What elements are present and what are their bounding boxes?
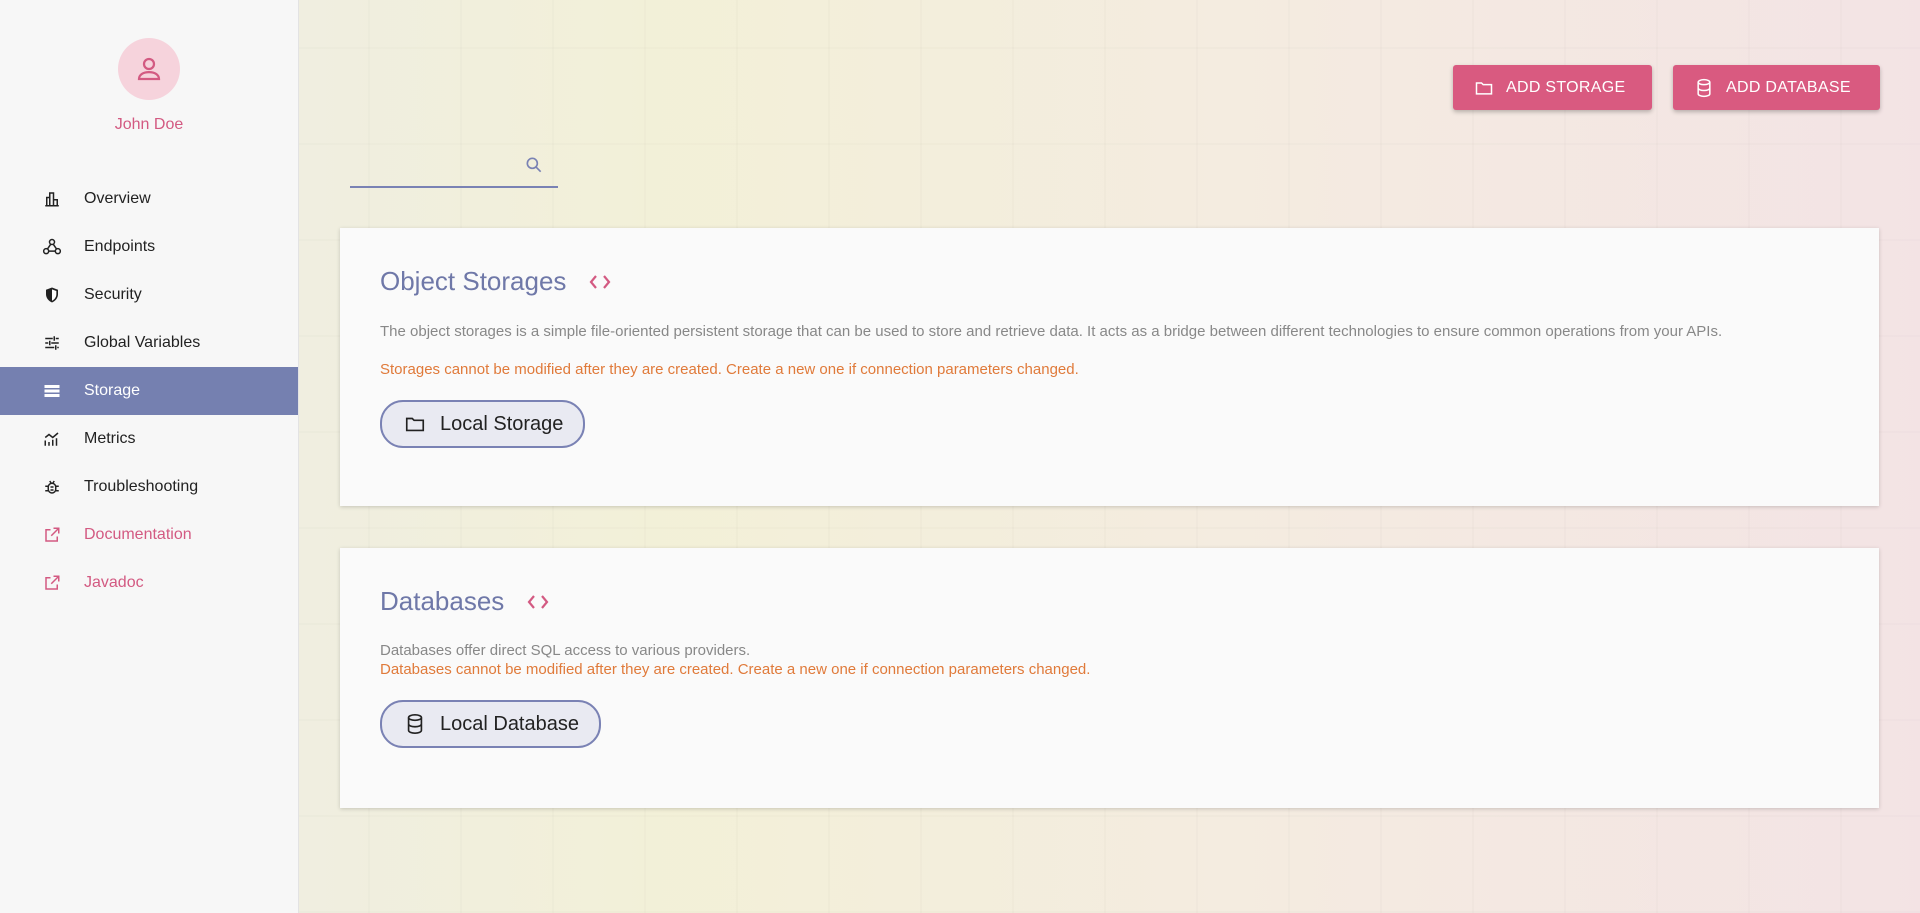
webhook-icon [42,237,62,257]
sidebar-item-endpoints[interactable]: Endpoints [0,223,298,271]
databases-card: Databases Databases offer direct SQL acc… [340,548,1879,808]
user-name: John Doe [114,116,184,133]
chip-label: Local Database [440,712,579,735]
bar-chart-icon [42,189,62,209]
sidebar-item-label: Endpoints [84,238,156,255]
sidebar-item-label: Documentation [84,526,192,543]
sidebar-item-javadoc[interactable]: Javadoc [0,559,298,607]
sidebar-item-overview[interactable]: Overview [0,175,298,223]
sidebar-item-troubleshooting[interactable]: Troubleshooting [0,463,298,511]
databases-title: Databases [380,586,550,617]
sidebar: John Doe Overview Endpoints Security Glo… [0,0,299,913]
folder-icon [404,413,426,435]
sidebar-item-metrics[interactable]: Metrics [0,415,298,463]
sidebar-item-label: Global Variables [84,334,201,351]
search-icon[interactable] [524,155,544,180]
code-icon[interactable] [588,272,612,292]
shield-icon [42,285,62,305]
add-database-button[interactable]: ADD DATABASE [1673,65,1880,110]
object-storages-description: The object storages is a simple file-ori… [380,323,1723,340]
sidebar-item-storage[interactable]: Storage [0,367,298,415]
local-database-chip[interactable]: Local Database [380,700,601,748]
sidebar-item-label: Security [84,286,142,303]
metrics-icon [42,429,62,449]
sidebar-item-label: Javadoc [84,574,144,591]
object-storages-warning: Storages cannot be modified after they a… [380,361,1079,378]
storage-icon [42,381,62,401]
chip-label: Local Storage [440,412,564,435]
folder-icon [1474,78,1494,98]
search-field[interactable] [350,146,558,188]
sidebar-item-documentation[interactable]: Documentation [0,511,298,559]
search-input[interactable] [350,152,524,182]
add-storage-label: ADD STORAGE [1506,78,1626,96]
sliders-icon [42,333,62,353]
code-icon[interactable] [526,592,550,612]
external-link-icon [42,573,62,593]
external-link-icon [42,525,62,545]
databases-description: Databases offer direct SQL access to var… [380,642,751,659]
avatar[interactable] [118,38,180,100]
person-icon [137,57,161,81]
sidebar-item-label: Overview [84,190,151,207]
bug-icon [42,477,62,497]
object-storages-title: Object Storages [380,266,612,297]
database-icon [1694,78,1714,98]
sidebar-item-global-variables[interactable]: Global Variables [0,319,298,367]
sidebar-item-label: Metrics [84,430,136,447]
add-storage-button[interactable]: ADD STORAGE [1453,65,1652,110]
sidebar-item-label: Storage [84,382,141,399]
object-storages-card: Object Storages The object storages is a… [340,228,1879,506]
sidebar-item-label: Troubleshooting [84,478,199,495]
sidebar-item-security[interactable]: Security [0,271,298,319]
sidebar-nav: Overview Endpoints Security Global Varia… [0,175,298,607]
local-storage-chip[interactable]: Local Storage [380,400,586,448]
databases-warning: Databases cannot be modified after they … [380,661,1091,678]
add-database-label: ADD DATABASE [1726,78,1851,96]
database-icon [404,713,426,735]
